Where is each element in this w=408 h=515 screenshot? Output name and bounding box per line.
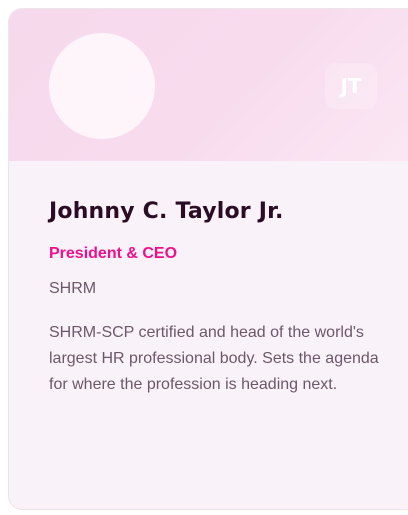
card-header: JT bbox=[9, 9, 408, 161]
person-name: Johnny C. Taylor Jr. bbox=[49, 199, 284, 224]
card-body: Johnny C. Taylor Jr. President & CEO SHR… bbox=[49, 199, 379, 398]
person-bio: SHRM-SCP certified and head of the world… bbox=[49, 324, 379, 393]
person-role: President & CEO bbox=[49, 245, 178, 262]
avatar bbox=[49, 33, 155, 139]
initials-badge: JT bbox=[325, 63, 377, 109]
profile-card: JT Johnny C. Taylor Jr. President & CEO … bbox=[8, 8, 408, 510]
person-organization: SHRM bbox=[49, 280, 97, 297]
